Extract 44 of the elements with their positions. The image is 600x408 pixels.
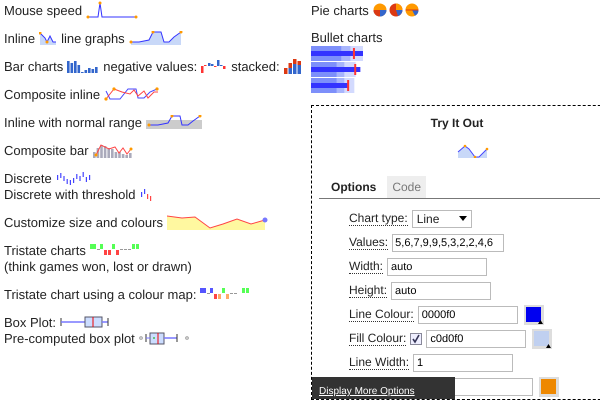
colour-picker-button[interactable] xyxy=(532,328,552,348)
example-label: line graphs xyxy=(61,30,125,46)
caret-icon xyxy=(458,216,467,221)
checkbox[interactable] xyxy=(410,332,422,344)
field-label: Width: xyxy=(349,259,384,274)
field-label: Height: xyxy=(349,283,388,298)
example-label: Mouse speed xyxy=(4,2,82,18)
colour-swatch[interactable] xyxy=(541,378,556,394)
example-label: Discrete with threshold xyxy=(4,186,136,202)
example-label: stacked: xyxy=(231,58,280,74)
colour-picker-button[interactable] xyxy=(524,304,544,324)
field-label: Chart type: xyxy=(349,211,408,226)
tab[interactable]: Options xyxy=(326,176,382,198)
input-field[interactable]: c0d0f0 xyxy=(426,330,526,348)
example-label: Composite bar xyxy=(4,142,89,158)
example-label: Pie charts xyxy=(311,2,369,18)
field-label: Line Width: xyxy=(349,355,410,370)
field-label: Line Colour: xyxy=(349,307,414,322)
display-more-options-link[interactable]: Display More Options xyxy=(319,386,415,397)
example-label: Box Plot: xyxy=(4,314,56,330)
example-label: Discrete xyxy=(4,170,52,186)
example-label: Customize size and colours xyxy=(4,214,163,230)
example-label: Composite inline xyxy=(4,86,100,102)
input-field[interactable]: auto xyxy=(387,258,488,276)
tab[interactable]: Code xyxy=(387,176,426,198)
example-label: Pre-computed box plot xyxy=(4,330,135,346)
field-label: Fill Colour: xyxy=(349,331,406,346)
example-label: Bar charts xyxy=(4,58,64,74)
panel-title: Try It Out xyxy=(430,116,484,130)
example-label: Inline xyxy=(4,30,36,46)
chart-type-select[interactable]: Line xyxy=(412,210,472,228)
example-label: negative values: xyxy=(103,58,198,74)
example-label: Tristate charts xyxy=(4,242,86,258)
example-label: (think games won, lost or drawn) xyxy=(4,258,192,274)
field-label: Values: xyxy=(349,235,388,250)
caret-icon xyxy=(546,344,552,348)
caret-icon xyxy=(538,320,543,324)
input-field[interactable]: 5,6,7,9,9,5,3,2,2,4,6 xyxy=(392,234,504,252)
input-field[interactable]: auto xyxy=(391,282,492,300)
example-label: Tristate chart using a colour map: xyxy=(4,286,196,302)
input-field[interactable]: 0000f0 xyxy=(418,306,518,324)
input-field[interactable]: 1 xyxy=(413,354,514,372)
example-label: Inline with normal range xyxy=(4,114,142,130)
example-label: Bullet charts xyxy=(311,30,384,46)
